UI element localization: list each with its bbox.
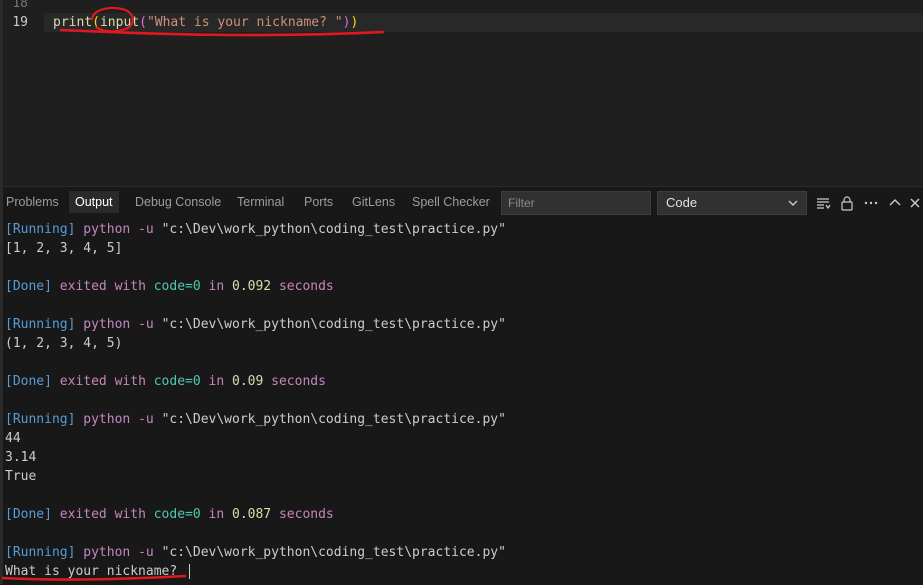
exit-text: exited with: [59, 374, 146, 389]
duration-unit: seconds: [278, 507, 334, 522]
running-tag: [Running]: [5, 317, 76, 332]
text-cursor: [189, 564, 191, 579]
chevron-up-icon[interactable]: [887, 195, 903, 211]
output-panel: Problems Output Debug Console Terminal P…: [0, 186, 923, 585]
input-prompt: What is your nickname?: [5, 564, 186, 579]
running-tag: [Running]: [5, 412, 76, 427]
script-path: "c:\Dev\work_python\coding_test\practice…: [161, 317, 506, 332]
list-filter-icon[interactable]: [815, 195, 831, 211]
running-tag: [Running]: [5, 545, 76, 560]
script-path: "c:\Dev\work_python\coding_test\practice…: [161, 412, 506, 427]
exit-in: in: [208, 374, 225, 389]
done-tag: [Done]: [5, 507, 52, 522]
program-output: [1, 2, 3, 4, 5]: [5, 241, 123, 256]
output-line: [Running] python -u "c:\Dev\work_python\…: [5, 410, 506, 429]
paren-close-outer: ): [350, 15, 359, 30]
duration-unit: seconds: [278, 279, 334, 294]
exit-code: code=0: [153, 507, 201, 522]
panel-tabs: Problems Output Debug Console Terminal P…: [0, 187, 923, 217]
exit-in: in: [208, 279, 225, 294]
exit-text: exited with: [59, 507, 146, 522]
left-border: [0, 0, 3, 584]
duration-value: 0.092: [232, 279, 272, 294]
output-log[interactable]: [Running] python -u "c:\Dev\work_python\…: [5, 220, 506, 581]
paren-open-inner: (: [139, 15, 147, 30]
exit-code: code=0: [153, 374, 201, 389]
tab-terminal[interactable]: Terminal: [231, 191, 290, 213]
more-icon[interactable]: [863, 195, 879, 211]
output-line: 44: [5, 429, 506, 448]
run-command: python -u: [83, 545, 154, 560]
output-line: [Done] exited with code=0 in 0.092 secon…: [5, 277, 506, 296]
close-icon[interactable]: [907, 195, 923, 211]
tab-spell-checker[interactable]: Spell Checker: [406, 191, 496, 213]
run-command: python -u: [83, 222, 154, 237]
script-path: "c:\Dev\work_python\coding_test\practice…: [161, 545, 506, 560]
output-line: [Running] python -u "c:\Dev\work_python\…: [5, 543, 506, 562]
string-literal: "What is your nickname? ": [146, 15, 343, 30]
exit-code: code=0: [153, 279, 201, 294]
output-channel-select[interactable]: Code: [657, 191, 807, 215]
input-function: input: [99, 15, 140, 30]
tab-problems[interactable]: Problems: [0, 191, 65, 213]
output-line: [Running] python -u "c:\Dev\work_python\…: [5, 220, 506, 239]
line-number-18: 18: [12, 0, 28, 11]
duration-value: 0.087: [232, 507, 272, 522]
tab-debug-console[interactable]: Debug Console: [129, 191, 227, 213]
duration-value: 0.09: [232, 374, 264, 389]
output-line: [Running] python -u "c:\Dev\work_python\…: [5, 315, 506, 334]
line-number-19: 19: [12, 15, 28, 30]
output-line: 3.14: [5, 448, 506, 467]
exit-in: in: [208, 507, 225, 522]
code-editor[interactable]: 18 19 print(input("What is your nickname…: [0, 0, 923, 186]
print-function: print: [53, 15, 93, 30]
output-line: [Done] exited with code=0 in 0.09 second…: [5, 372, 506, 391]
tab-gitlens[interactable]: GitLens: [346, 191, 401, 213]
tab-output[interactable]: Output: [69, 191, 119, 213]
program-output: True: [5, 469, 37, 484]
done-tag: [Done]: [5, 374, 52, 389]
run-command: python -u: [83, 317, 154, 332]
lock-icon[interactable]: [839, 195, 855, 211]
program-output: (1, 2, 3, 4, 5): [5, 336, 123, 351]
output-line: True: [5, 467, 506, 486]
exit-text: exited with: [59, 279, 146, 294]
script-path: "c:\Dev\work_python\coding_test\practice…: [161, 222, 506, 237]
output-line: [1, 2, 3, 4, 5]: [5, 239, 506, 258]
paren-open-outer: (: [92, 15, 100, 30]
program-output: 44: [5, 431, 21, 446]
chevron-down-icon: [788, 200, 798, 206]
output-line: (1, 2, 3, 4, 5): [5, 334, 506, 353]
output-line: [Done] exited with code=0 in 0.087 secon…: [5, 505, 506, 524]
running-tag: [Running]: [5, 222, 76, 237]
run-command: python -u: [83, 412, 154, 427]
duration-unit: seconds: [271, 374, 326, 389]
output-line: What is your nickname?: [5, 562, 506, 581]
filter-input[interactable]: Filter: [501, 191, 651, 215]
done-tag: [Done]: [5, 279, 52, 294]
output-channel-value: Code: [666, 195, 698, 210]
code-line-19[interactable]: print(input("What is your nickname? ")): [53, 13, 358, 32]
tab-ports[interactable]: Ports: [298, 191, 339, 213]
program-output: 3.14: [5, 450, 37, 465]
